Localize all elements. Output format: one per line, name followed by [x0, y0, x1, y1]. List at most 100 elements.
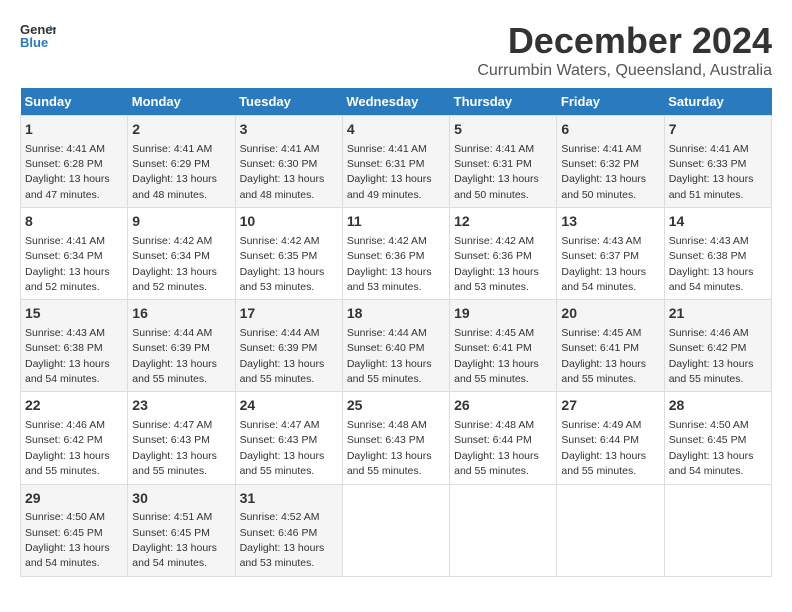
- month-title: December 2024: [477, 20, 772, 62]
- logo-icon: General Blue: [20, 20, 56, 50]
- day-number: 2: [132, 120, 230, 140]
- day-number: 11: [347, 212, 445, 232]
- day-cell-7: 7 Sunrise: 4:41 AM Sunset: 6:33 PM Dayli…: [664, 116, 771, 208]
- day-info: Sunrise: 4:41 AM Sunset: 6:30 PM Dayligh…: [240, 143, 325, 201]
- header-row: Sunday Monday Tuesday Wednesday Thursday…: [21, 88, 772, 116]
- empty-cell: [664, 484, 771, 576]
- day-number: 27: [561, 396, 659, 416]
- day-info: Sunrise: 4:43 AM Sunset: 6:37 PM Dayligh…: [561, 235, 646, 293]
- day-cell-27: 27 Sunrise: 4:49 AM Sunset: 6:44 PM Dayl…: [557, 392, 664, 484]
- day-cell-20: 20 Sunrise: 4:45 AM Sunset: 6:41 PM Dayl…: [557, 300, 664, 392]
- day-number: 12: [454, 212, 552, 232]
- empty-cell: [557, 484, 664, 576]
- calendar-week-4: 22 Sunrise: 4:46 AM Sunset: 6:42 PM Dayl…: [21, 392, 772, 484]
- svg-text:Blue: Blue: [20, 35, 48, 50]
- day-info: Sunrise: 4:41 AM Sunset: 6:28 PM Dayligh…: [25, 143, 110, 201]
- day-number: 10: [240, 212, 338, 232]
- day-number: 14: [669, 212, 767, 232]
- page-header: General Blue December 2024 Currumbin Wat…: [20, 20, 772, 80]
- day-cell-1: 1 Sunrise: 4:41 AM Sunset: 6:28 PM Dayli…: [21, 116, 128, 208]
- day-number: 22: [25, 396, 123, 416]
- day-cell-30: 30 Sunrise: 4:51 AM Sunset: 6:45 PM Dayl…: [128, 484, 235, 576]
- col-sunday: Sunday: [21, 88, 128, 116]
- day-cell-2: 2 Sunrise: 4:41 AM Sunset: 6:29 PM Dayli…: [128, 116, 235, 208]
- day-info: Sunrise: 4:41 AM Sunset: 6:31 PM Dayligh…: [347, 143, 432, 201]
- day-info: Sunrise: 4:41 AM Sunset: 6:32 PM Dayligh…: [561, 143, 646, 201]
- day-number: 15: [25, 304, 123, 324]
- day-info: Sunrise: 4:45 AM Sunset: 6:41 PM Dayligh…: [561, 327, 646, 385]
- day-number: 17: [240, 304, 338, 324]
- day-cell-23: 23 Sunrise: 4:47 AM Sunset: 6:43 PM Dayl…: [128, 392, 235, 484]
- day-info: Sunrise: 4:46 AM Sunset: 6:42 PM Dayligh…: [669, 327, 754, 385]
- calendar-week-3: 15 Sunrise: 4:43 AM Sunset: 6:38 PM Dayl…: [21, 300, 772, 392]
- day-number: 13: [561, 212, 659, 232]
- day-info: Sunrise: 4:50 AM Sunset: 6:45 PM Dayligh…: [669, 419, 754, 477]
- day-info: Sunrise: 4:42 AM Sunset: 6:34 PM Dayligh…: [132, 235, 217, 293]
- day-cell-29: 29 Sunrise: 4:50 AM Sunset: 6:45 PM Dayl…: [21, 484, 128, 576]
- day-info: Sunrise: 4:48 AM Sunset: 6:43 PM Dayligh…: [347, 419, 432, 477]
- day-cell-18: 18 Sunrise: 4:44 AM Sunset: 6:40 PM Dayl…: [342, 300, 449, 392]
- day-cell-14: 14 Sunrise: 4:43 AM Sunset: 6:38 PM Dayl…: [664, 208, 771, 300]
- logo: General Blue: [20, 20, 60, 50]
- day-info: Sunrise: 4:52 AM Sunset: 6:46 PM Dayligh…: [240, 511, 325, 569]
- day-info: Sunrise: 4:49 AM Sunset: 6:44 PM Dayligh…: [561, 419, 646, 477]
- day-cell-28: 28 Sunrise: 4:50 AM Sunset: 6:45 PM Dayl…: [664, 392, 771, 484]
- day-cell-4: 4 Sunrise: 4:41 AM Sunset: 6:31 PM Dayli…: [342, 116, 449, 208]
- col-monday: Monday: [128, 88, 235, 116]
- day-info: Sunrise: 4:41 AM Sunset: 6:33 PM Dayligh…: [669, 143, 754, 201]
- day-number: 20: [561, 304, 659, 324]
- calendar-week-1: 1 Sunrise: 4:41 AM Sunset: 6:28 PM Dayli…: [21, 116, 772, 208]
- day-cell-31: 31 Sunrise: 4:52 AM Sunset: 6:46 PM Dayl…: [235, 484, 342, 576]
- day-number: 25: [347, 396, 445, 416]
- day-info: Sunrise: 4:45 AM Sunset: 6:41 PM Dayligh…: [454, 327, 539, 385]
- day-info: Sunrise: 4:41 AM Sunset: 6:34 PM Dayligh…: [25, 235, 110, 293]
- day-info: Sunrise: 4:41 AM Sunset: 6:31 PM Dayligh…: [454, 143, 539, 201]
- day-number: 24: [240, 396, 338, 416]
- day-cell-17: 17 Sunrise: 4:44 AM Sunset: 6:39 PM Dayl…: [235, 300, 342, 392]
- day-cell-11: 11 Sunrise: 4:42 AM Sunset: 6:36 PM Dayl…: [342, 208, 449, 300]
- day-cell-13: 13 Sunrise: 4:43 AM Sunset: 6:37 PM Dayl…: [557, 208, 664, 300]
- col-friday: Friday: [557, 88, 664, 116]
- calendar-week-2: 8 Sunrise: 4:41 AM Sunset: 6:34 PM Dayli…: [21, 208, 772, 300]
- day-number: 16: [132, 304, 230, 324]
- day-number: 18: [347, 304, 445, 324]
- day-cell-16: 16 Sunrise: 4:44 AM Sunset: 6:39 PM Dayl…: [128, 300, 235, 392]
- day-cell-6: 6 Sunrise: 4:41 AM Sunset: 6:32 PM Dayli…: [557, 116, 664, 208]
- day-number: 9: [132, 212, 230, 232]
- day-cell-3: 3 Sunrise: 4:41 AM Sunset: 6:30 PM Dayli…: [235, 116, 342, 208]
- day-number: 23: [132, 396, 230, 416]
- day-number: 26: [454, 396, 552, 416]
- col-saturday: Saturday: [664, 88, 771, 116]
- day-number: 28: [669, 396, 767, 416]
- day-info: Sunrise: 4:42 AM Sunset: 6:36 PM Dayligh…: [347, 235, 432, 293]
- day-cell-5: 5 Sunrise: 4:41 AM Sunset: 6:31 PM Dayli…: [450, 116, 557, 208]
- day-number: 5: [454, 120, 552, 140]
- day-cell-12: 12 Sunrise: 4:42 AM Sunset: 6:36 PM Dayl…: [450, 208, 557, 300]
- day-info: Sunrise: 4:44 AM Sunset: 6:40 PM Dayligh…: [347, 327, 432, 385]
- day-cell-8: 8 Sunrise: 4:41 AM Sunset: 6:34 PM Dayli…: [21, 208, 128, 300]
- empty-cell: [342, 484, 449, 576]
- day-info: Sunrise: 4:43 AM Sunset: 6:38 PM Dayligh…: [669, 235, 754, 293]
- day-cell-9: 9 Sunrise: 4:42 AM Sunset: 6:34 PM Dayli…: [128, 208, 235, 300]
- title-block: December 2024 Currumbin Waters, Queensla…: [477, 20, 772, 80]
- calendar-week-5: 29 Sunrise: 4:50 AM Sunset: 6:45 PM Dayl…: [21, 484, 772, 576]
- day-number: 7: [669, 120, 767, 140]
- col-wednesday: Wednesday: [342, 88, 449, 116]
- day-cell-21: 21 Sunrise: 4:46 AM Sunset: 6:42 PM Dayl…: [664, 300, 771, 392]
- day-cell-25: 25 Sunrise: 4:48 AM Sunset: 6:43 PM Dayl…: [342, 392, 449, 484]
- col-tuesday: Tuesday: [235, 88, 342, 116]
- day-cell-19: 19 Sunrise: 4:45 AM Sunset: 6:41 PM Dayl…: [450, 300, 557, 392]
- day-info: Sunrise: 4:42 AM Sunset: 6:36 PM Dayligh…: [454, 235, 539, 293]
- day-number: 31: [240, 489, 338, 509]
- day-info: Sunrise: 4:42 AM Sunset: 6:35 PM Dayligh…: [240, 235, 325, 293]
- day-number: 30: [132, 489, 230, 509]
- calendar-body: 1 Sunrise: 4:41 AM Sunset: 6:28 PM Dayli…: [21, 116, 772, 577]
- day-info: Sunrise: 4:43 AM Sunset: 6:38 PM Dayligh…: [25, 327, 110, 385]
- day-info: Sunrise: 4:51 AM Sunset: 6:45 PM Dayligh…: [132, 511, 217, 569]
- day-cell-26: 26 Sunrise: 4:48 AM Sunset: 6:44 PM Dayl…: [450, 392, 557, 484]
- day-number: 4: [347, 120, 445, 140]
- day-info: Sunrise: 4:48 AM Sunset: 6:44 PM Dayligh…: [454, 419, 539, 477]
- day-info: Sunrise: 4:44 AM Sunset: 6:39 PM Dayligh…: [240, 327, 325, 385]
- day-info: Sunrise: 4:41 AM Sunset: 6:29 PM Dayligh…: [132, 143, 217, 201]
- day-info: Sunrise: 4:47 AM Sunset: 6:43 PM Dayligh…: [132, 419, 217, 477]
